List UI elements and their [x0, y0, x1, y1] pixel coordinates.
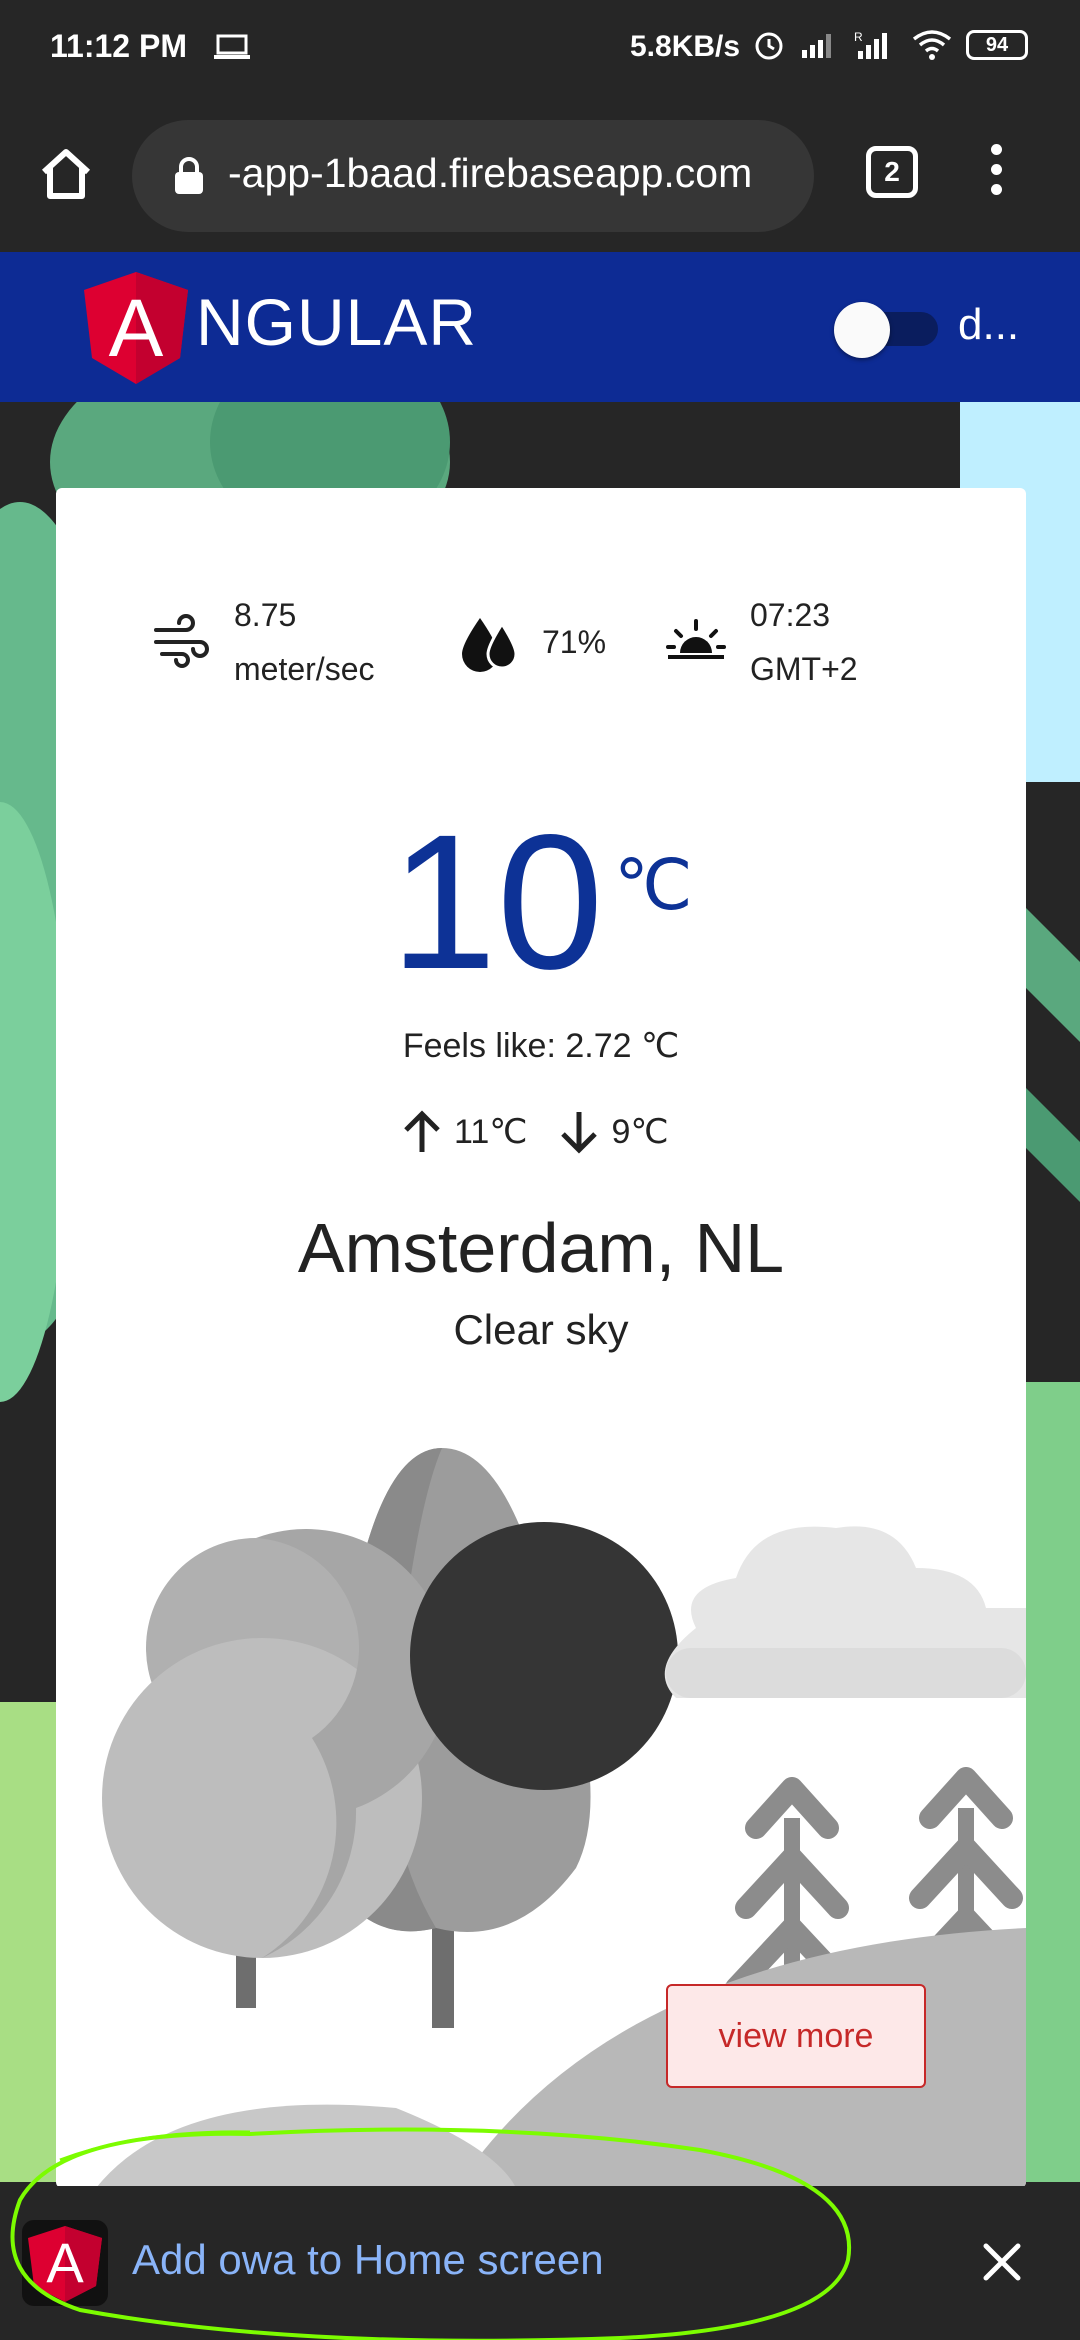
- alarm-icon: [755, 32, 783, 60]
- min-temp: 9℃: [611, 1113, 669, 1151]
- view-more-button[interactable]: view more: [666, 1984, 926, 2088]
- wifi-icon: [912, 30, 952, 60]
- sunrise-time: 07:23: [750, 597, 831, 633]
- city-name: Amsterdam, NL: [297, 1209, 785, 1287]
- angular-logo: A: [84, 272, 188, 384]
- feels-like: Feels like: 2.72 ℃: [402, 1027, 680, 1065]
- lock-icon: [175, 157, 203, 194]
- svg-text:R: R: [854, 30, 863, 44]
- status-icons: R 94: [752, 28, 1028, 62]
- weather-description: Clear sky: [453, 1306, 629, 1353]
- annotation-circle: [10, 2127, 852, 2340]
- weather-card: 8.75 meter/sec 71% 07:23 GMT+2 10 ℃ Feel…: [56, 488, 1026, 2188]
- sunrise-icon: [666, 619, 726, 659]
- wind-icon: [154, 614, 209, 668]
- arrow-up-icon: [404, 1110, 440, 1152]
- tab-switcher-button[interactable]: 2: [866, 146, 918, 198]
- status-bar: 11:12 PM 5.8KB/s R 94: [0, 0, 1080, 100]
- humidity-drops-icon: [462, 618, 518, 672]
- wind-unit: meter/sec: [234, 651, 375, 687]
- app-toolbar: A NGULAR d...: [0, 252, 1080, 402]
- address-bar[interactable]: -app-1baad.firebaseapp.com: [132, 120, 814, 232]
- humidity-stat: 71%: [458, 612, 606, 672]
- timezone: GMT+2: [750, 651, 858, 687]
- temperature-value: 10: [390, 794, 604, 1009]
- max-temp: 11℃: [454, 1113, 528, 1151]
- wind-speed: 8.75: [234, 597, 297, 633]
- status-time: 11:12 PM: [50, 28, 187, 64]
- temperature-unit: ℃: [614, 846, 693, 924]
- battery-icon: 94: [966, 30, 1028, 60]
- humidity-value: 71%: [542, 624, 607, 660]
- logo-letter: A: [109, 283, 164, 374]
- laptop-icon: [214, 34, 250, 59]
- toggle-label: d...: [958, 300, 1020, 349]
- wind-stat: 8.75 meter/sec: [152, 588, 374, 696]
- url-text: -app-1baad.firebaseapp.com: [228, 150, 753, 196]
- network-speed: 5.8KB/s: [630, 30, 741, 63]
- signal-icon: [802, 34, 831, 58]
- min-max-temps: 11℃ 9℃: [398, 1108, 697, 1156]
- browser-bar: -app-1baad.firebaseapp.com 2: [0, 100, 1080, 252]
- home-icon[interactable]: [36, 144, 96, 204]
- app-brand-name: NGULAR: [196, 285, 478, 359]
- sunrise-stat: 07:23 GMT+2: [666, 588, 858, 696]
- page: 11:12 PM 5.8KB/s R 94 -app-1baad.firebas…: [0, 0, 1080, 2340]
- overflow-menu-icon[interactable]: [986, 144, 1006, 204]
- theme-toggle[interactable]: [834, 302, 890, 358]
- signal-roaming-icon: R: [854, 30, 887, 59]
- arrow-down-icon: [561, 1112, 598, 1154]
